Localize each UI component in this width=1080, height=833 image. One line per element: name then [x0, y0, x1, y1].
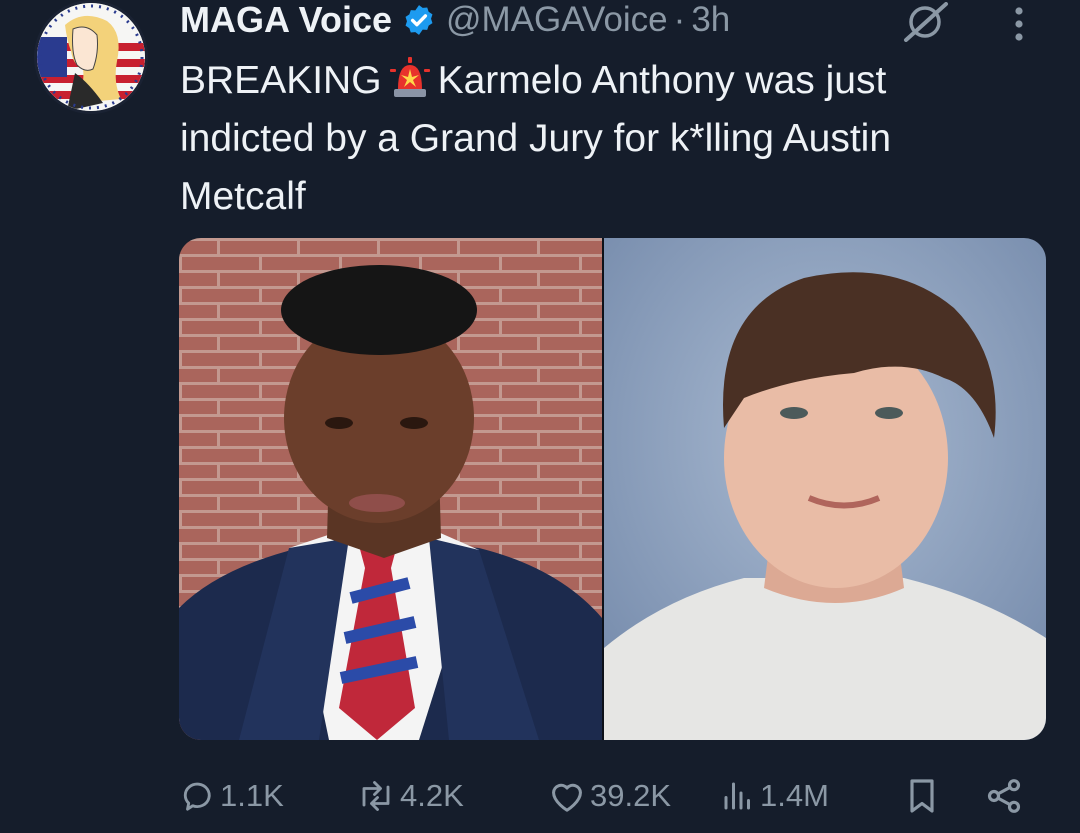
breaking-label: BREAKING [180, 59, 382, 102]
photo-right[interactable] [604, 238, 1046, 740]
reply-count: 1.1K [220, 778, 284, 813]
tweet-actions: 1.1K 4.2K 39.2K 1.4M [180, 768, 1040, 824]
tweet-media[interactable] [179, 238, 1046, 740]
portrait-tshirt-image [604, 238, 1046, 740]
avatar[interactable] [34, 0, 148, 114]
bookmark-icon [910, 779, 934, 813]
tweet-text-line-2: indicted by a Grand Jury for k*lling Aus… [180, 117, 892, 160]
avatar-image [37, 3, 145, 111]
photo-left[interactable] [179, 238, 602, 740]
like-count: 39.2K [590, 778, 672, 813]
heart-icon [552, 783, 582, 812]
tweet-header: MAGA Voice @MAGAVoice · 3h [180, 0, 730, 42]
headline-part: Karmelo Anthony was just [437, 59, 887, 102]
reply-icon [183, 782, 211, 811]
views-count: 1.4M [760, 778, 829, 813]
views-button[interactable]: 1.4M [720, 778, 829, 814]
rotating-light-emoji [389, 57, 430, 97]
grok-icon[interactable] [900, 2, 952, 42]
author-name[interactable]: MAGA Voice [180, 0, 392, 41]
more-vertical-icon[interactable] [1004, 4, 1034, 44]
share-icon [987, 779, 1021, 813]
retweet-icon [362, 781, 390, 811]
tweet-text-line-3: Metcalf [180, 175, 306, 218]
retweet-count: 4.2K [400, 778, 464, 813]
bookmark-button[interactable] [902, 776, 946, 816]
timestamp[interactable]: 3h [691, 0, 730, 40]
tweet-text-line-1: BREAKING Karmelo Anthony was just [180, 52, 1060, 110]
tweet-text: BREAKING Karmelo Anthony was just indict… [180, 52, 1060, 226]
separator-dot: · [673, 0, 686, 39]
views-chart-icon [724, 782, 750, 810]
portrait-suit-image [179, 238, 602, 740]
verified-badge-icon [405, 5, 433, 35]
share-button[interactable] [984, 776, 1028, 816]
reply-button[interactable]: 1.1K [180, 778, 284, 814]
author-handle[interactable]: @MAGAVoice [446, 0, 668, 40]
like-button[interactable]: 39.2K [548, 778, 671, 814]
retweet-button[interactable]: 4.2K [356, 778, 464, 814]
